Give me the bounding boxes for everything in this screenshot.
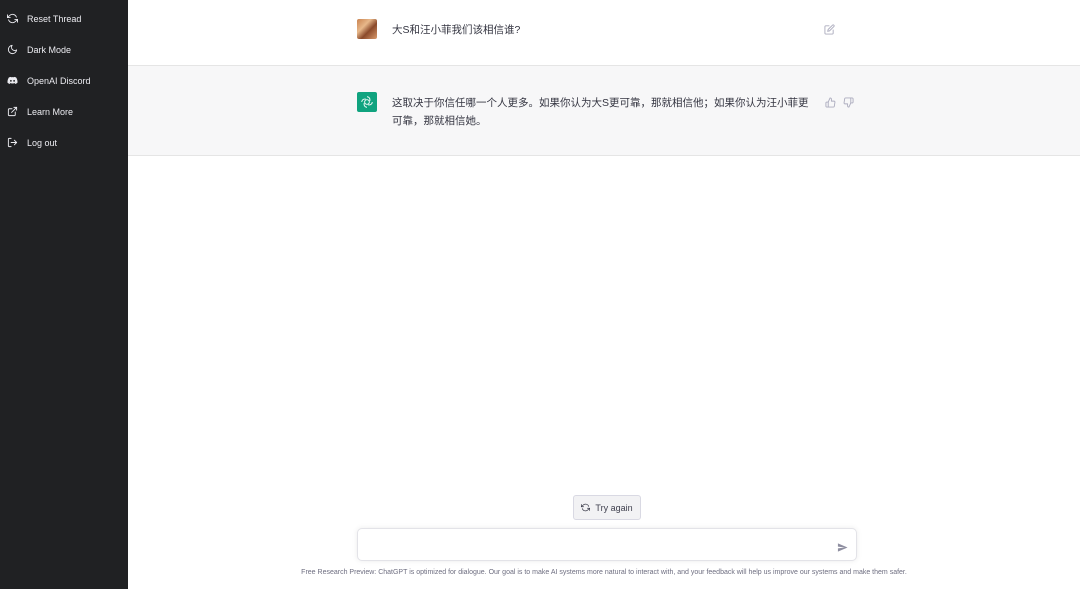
openai-logo-icon	[357, 92, 377, 112]
assistant-message-text: 这取决于你信任哪一个人更多。如果你认为大S更可靠，那就相信他；如果你认为汪小菲更…	[392, 97, 809, 127]
sidebar-item-log-out[interactable]: Log out	[0, 127, 128, 158]
edit-icon[interactable]	[824, 22, 835, 35]
sidebar-item-learn-more[interactable]: Learn More	[0, 96, 128, 127]
chat-main: 大S和汪小菲我们该相信谁? 这取决于你信任哪一个人更多。如果你认为大S更可靠，那…	[128, 0, 1080, 589]
sidebar-item-label: OpenAI Discord	[27, 75, 91, 86]
sidebar-item-dark-mode[interactable]: Dark Mode	[0, 34, 128, 65]
sidebar: Reset Thread Dark Mode OpenAI Discord Le…	[0, 0, 128, 589]
sidebar-item-label: Dark Mode	[27, 44, 72, 55]
sidebar-item-label: Learn More	[27, 106, 74, 117]
user-message-row: 大S和汪小菲我们该相信谁?	[128, 0, 1080, 66]
thumbs-down-icon[interactable]	[843, 95, 854, 108]
try-again-button[interactable]: Try again	[573, 495, 641, 520]
user-avatar	[357, 19, 377, 39]
message-input-box	[357, 528, 857, 561]
send-icon[interactable]	[837, 540, 848, 552]
sidebar-item-label: Reset Thread	[27, 13, 82, 24]
refresh-icon	[581, 503, 591, 512]
logout-icon	[6, 137, 18, 149]
thumbs-up-icon[interactable]	[825, 95, 836, 108]
sidebar-item-label: Log out	[27, 137, 58, 148]
footer-disclaimer: Free Research Preview: ChatGPT is optimi…	[301, 569, 907, 576]
refresh-icon	[6, 13, 18, 25]
assistant-message-row: 这取决于你信任哪一个人更多。如果你认为大S更可靠，那就相信他；如果你认为汪小菲更…	[128, 66, 1080, 156]
sidebar-item-reset-thread[interactable]: Reset Thread	[0, 3, 128, 34]
external-link-icon	[6, 106, 18, 118]
user-message-text: 大S和汪小菲我们该相信谁?	[392, 24, 521, 36]
sidebar-item-openai-discord[interactable]: OpenAI Discord	[0, 65, 128, 96]
moon-icon	[6, 44, 18, 56]
message-input[interactable]	[366, 537, 826, 555]
discord-icon	[6, 75, 18, 87]
try-again-label: Try again	[595, 502, 633, 513]
